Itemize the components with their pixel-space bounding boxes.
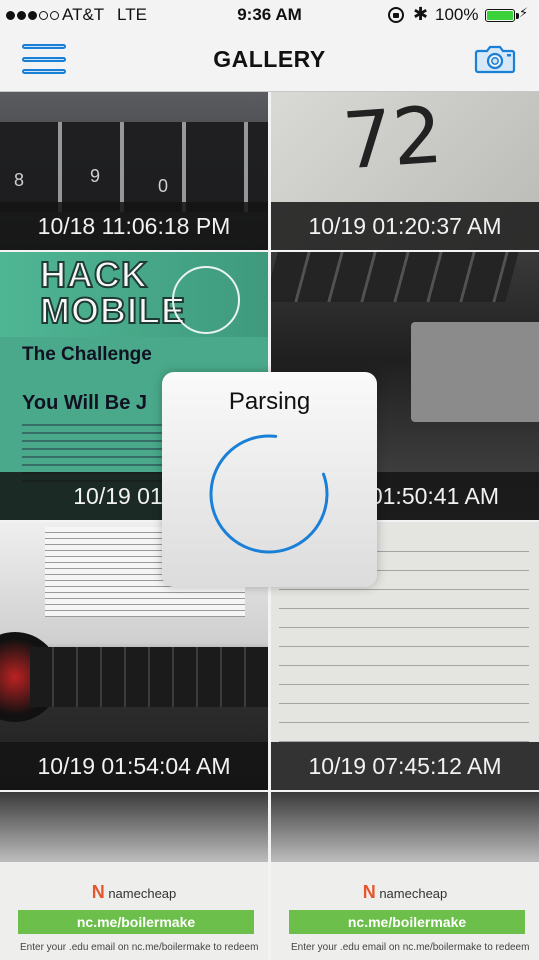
rotation-lock-icon bbox=[388, 7, 404, 23]
camera-icon[interactable] bbox=[474, 44, 516, 74]
parsing-dialog: Parsing bbox=[162, 372, 377, 587]
dialog-title: Parsing bbox=[228, 388, 311, 415]
page-title: GALLERY bbox=[213, 46, 326, 72]
loading-spinner-icon bbox=[209, 434, 329, 554]
charging-icon: ⚡ bbox=[519, 5, 529, 20]
bluetooth-icon: ✱ bbox=[413, 4, 429, 24]
navigation-bar: GALLERY bbox=[0, 32, 539, 92]
battery-percentage: 100% bbox=[435, 5, 479, 24]
app-screen: AT&T LTE 9:36 AM ✱ 100% ⚡ GALLERY 8 9 0 … bbox=[0, 0, 539, 960]
battery-icon bbox=[485, 9, 515, 22]
status-bar: AT&T LTE 9:36 AM ✱ 100% ⚡ bbox=[0, 0, 539, 32]
battery-fill bbox=[487, 11, 513, 20]
